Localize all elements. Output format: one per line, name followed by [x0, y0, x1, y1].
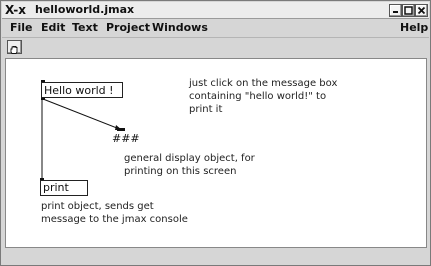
minimize-button[interactable]	[389, 4, 402, 17]
comment-click-instruction: just click on the message box containing…	[189, 78, 338, 115]
close-button[interactable]	[415, 4, 428, 17]
menu-text[interactable]: Text	[72, 19, 98, 37]
connection-to-display[interactable]	[42, 98, 123, 131]
comment-display-object: general display object, for printing on …	[124, 153, 255, 177]
menu-file[interactable]: File	[10, 19, 33, 37]
menu-windows[interactable]: Windows	[152, 19, 208, 37]
close-icon	[417, 6, 426, 15]
display-object[interactable]: ###	[112, 132, 140, 145]
print-object[interactable]: print	[40, 180, 88, 196]
patch-canvas[interactable]: Hello world ! ### print just click on th…	[5, 58, 427, 248]
menu-help[interactable]: Help	[400, 19, 428, 37]
window-title: helloworld.jmax	[35, 3, 135, 16]
bottom-strip	[2, 248, 429, 264]
hand-tool-icon	[10, 46, 18, 54]
toolbar	[2, 37, 429, 56]
hello-world-message-box[interactable]: Hello world !	[41, 82, 123, 98]
comment-print-object: print object, sends get message to the j…	[41, 201, 188, 225]
menu-project[interactable]: Project	[106, 19, 150, 37]
maximize-icon	[404, 6, 413, 15]
menu-edit[interactable]: Edit	[41, 19, 65, 37]
maximize-button[interactable]	[402, 4, 415, 17]
title-bar[interactable]: X-x helloworld.jmax	[2, 2, 429, 19]
app-window: X-x helloworld.jmax File Edit Text Proje…	[0, 0, 431, 266]
minimize-icon	[393, 11, 398, 13]
menu-bar: File Edit Text Project Windows Help	[2, 19, 429, 37]
display-inlet[interactable]	[117, 128, 125, 131]
edit-mode-button[interactable]	[7, 40, 22, 54]
x-window-menu-icon[interactable]: X-x	[5, 2, 29, 18]
